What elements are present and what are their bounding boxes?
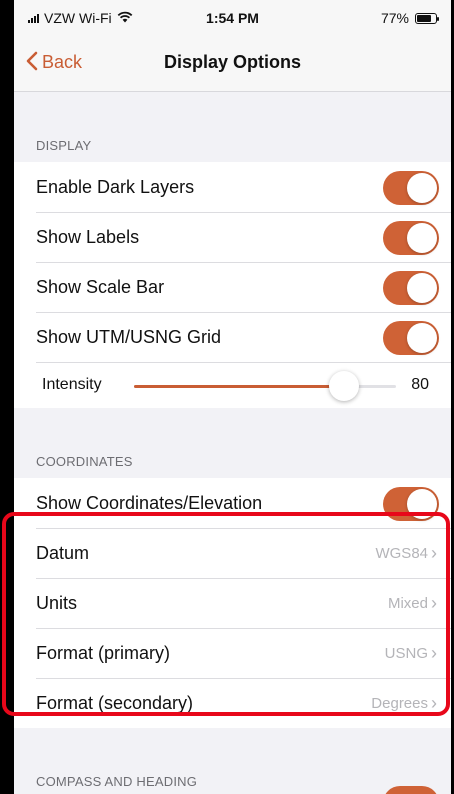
row-show-utm-grid: Show UTM/USNG Grid — [14, 312, 451, 362]
units-value: Mixed › — [387, 592, 437, 613]
dark-layers-toggle[interactable] — [383, 171, 439, 205]
coordinates-toggle[interactable] — [383, 487, 439, 521]
chevron-right-icon: › — [431, 642, 437, 663]
toggle-knob — [407, 323, 437, 353]
row-show-coordinates: Show Coordinates/Elevation — [14, 478, 451, 528]
battery-icon — [415, 12, 439, 24]
row-format-primary[interactable]: Format (primary) USNG › — [14, 628, 451, 678]
scale-bar-toggle[interactable] — [383, 271, 439, 305]
intensity-value: 80 — [411, 376, 429, 393]
intensity-label: Intensity — [42, 376, 102, 393]
slider-fill — [134, 385, 344, 388]
row-show-scale-bar: Show Scale Bar — [14, 262, 451, 312]
display-group: Enable Dark Layers Show Labels Show Scal… — [14, 162, 451, 408]
datum-value: WGS84 › — [375, 542, 437, 563]
row-label: Format (secondary) — [36, 692, 194, 713]
section-header-coordinates: COORDINATES — [36, 454, 133, 469]
row-units[interactable]: Units Mixed › — [14, 578, 451, 628]
show-labels-toggle[interactable] — [383, 221, 439, 255]
phone-screen: VZW Wi-Fi 1:54 PM 77% Back Display Optio… — [14, 0, 451, 794]
row-label: Show Scale Bar — [36, 276, 165, 297]
row-datum[interactable]: Datum WGS84 › — [14, 528, 451, 578]
section-header-display: DISPLAY — [36, 138, 92, 153]
status-bar: VZW Wi-Fi 1:54 PM 77% — [14, 0, 451, 34]
toggle-knob — [407, 223, 437, 253]
row-label: Enable Dark Layers — [36, 176, 195, 197]
row-label: Show UTM/USNG Grid — [36, 326, 222, 347]
row-label: Units — [36, 592, 78, 613]
intensity-slider[interactable] — [134, 371, 396, 401]
row-label: Datum — [36, 542, 90, 563]
section-header-compass: COMPASS AND HEADING — [36, 774, 198, 789]
status-right: 77% — [380, 10, 439, 26]
format-primary-value: USNG › — [384, 642, 437, 663]
toggle-knob — [407, 173, 437, 203]
row-format-secondary[interactable]: Format (secondary) Degrees › — [14, 678, 451, 728]
chevron-right-icon: › — [431, 592, 437, 613]
chevron-right-icon: › — [431, 542, 437, 563]
navigation-bar: Back Display Options — [14, 34, 451, 92]
toggle-knob — [407, 273, 437, 303]
slider-thumb[interactable] — [328, 371, 359, 401]
battery-fill — [417, 14, 431, 22]
page-title: Display Options — [163, 52, 302, 72]
row-show-labels: Show Labels — [14, 212, 451, 262]
row-label: Show Labels — [36, 226, 140, 247]
row-label: Show Coordinates/Elevation — [36, 492, 263, 513]
format-secondary-value: Degrees › — [371, 692, 437, 713]
toggle-knob — [407, 489, 437, 519]
battery-percent: 77% — [380, 10, 409, 26]
row-enable-dark-layers: Enable Dark Layers — [14, 162, 451, 212]
row-label: Format (primary) — [36, 642, 170, 663]
row-intensity: Intensity 80 — [14, 362, 451, 408]
chevron-right-icon: › — [431, 692, 437, 713]
utm-grid-toggle[interactable] — [383, 321, 439, 355]
coordinates-group: Show Coordinates/Elevation Datum WGS84 › … — [14, 478, 451, 728]
